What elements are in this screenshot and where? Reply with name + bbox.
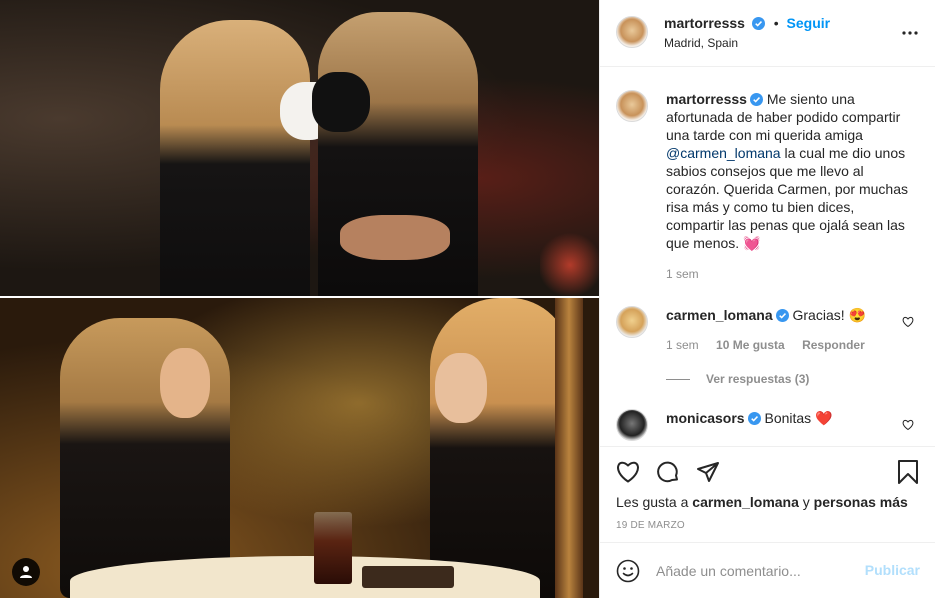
photo-table bbox=[70, 556, 540, 598]
caption-author[interactable]: martorresss bbox=[666, 91, 747, 107]
likes-summary: Les gusta a carmen_lomana y personas más bbox=[616, 494, 908, 510]
photo-top-embrace bbox=[0, 0, 599, 297]
photo-figure-right bbox=[430, 298, 570, 598]
likes-user[interactable]: carmen_lomana bbox=[692, 494, 799, 510]
photo-red-light bbox=[540, 230, 599, 297]
verified-badge-icon bbox=[775, 309, 789, 322]
like-comment-icon[interactable] bbox=[902, 419, 914, 431]
caption-meta: 1 sem bbox=[666, 267, 699, 281]
post-date[interactable]: 19 DE MARZO bbox=[616, 520, 685, 531]
user-tag-icon bbox=[20, 566, 32, 578]
comment-item: monicasors Bonitas ❤️ bbox=[616, 409, 920, 446]
caption-time[interactable]: 1 sem bbox=[666, 267, 699, 281]
verified-badge-icon bbox=[749, 93, 763, 106]
comment-text: carmen_lomana Gracias! 😍 bbox=[666, 306, 916, 324]
post-header-line: martorresss • Seguir bbox=[664, 15, 830, 31]
caption-text: martorresss Me siento una afortunada de … bbox=[666, 90, 916, 252]
like-comment-icon[interactable] bbox=[902, 316, 914, 328]
comment-meta: 1 sem 10 Me gusta Responder bbox=[666, 338, 865, 352]
more-options-button[interactable] bbox=[901, 24, 919, 42]
comment-text: monicasors Bonitas ❤️ bbox=[666, 409, 916, 427]
more-options-icon bbox=[902, 31, 918, 35]
photo-box bbox=[362, 566, 454, 588]
avatar[interactable] bbox=[616, 409, 648, 441]
caption-mention[interactable]: @carmen_lomana bbox=[666, 145, 781, 161]
verified-badge-icon bbox=[751, 17, 765, 30]
comment-item: carmen_lomana Gracias! 😍 1 sem 10 Me gus… bbox=[616, 306, 920, 396]
comment-content: Bonitas ❤️ bbox=[764, 410, 833, 426]
avatar[interactable] bbox=[616, 306, 648, 338]
photo-glass bbox=[314, 512, 352, 584]
bookmark-icon bbox=[898, 460, 918, 484]
share-icon bbox=[697, 462, 719, 482]
comment-input[interactable] bbox=[656, 559, 856, 583]
avatar[interactable] bbox=[616, 16, 648, 48]
user-tag-button[interactable] bbox=[12, 558, 40, 586]
add-comment-form: Publicar bbox=[600, 542, 935, 598]
comment-content: Gracias! 😍 bbox=[792, 307, 866, 323]
like-button[interactable] bbox=[615, 459, 641, 485]
post-header: martorresss • Seguir Madrid, Spain bbox=[600, 0, 935, 67]
photo-black-mask bbox=[312, 72, 370, 132]
photo-face-left bbox=[160, 348, 210, 418]
view-replies-button[interactable]: Ver respuestas (3) bbox=[666, 372, 809, 386]
photo-bottom-table bbox=[0, 298, 599, 598]
post-actions: Les gusta a carmen_lomana y personas más… bbox=[600, 446, 935, 542]
likes-prefix: Les gusta a bbox=[616, 494, 693, 510]
comments-list[interactable]: martorresss Me siento una afortunada de … bbox=[600, 68, 935, 446]
comment-author[interactable]: monicasors bbox=[666, 410, 745, 426]
photo-face-right bbox=[435, 353, 487, 423]
photo-figure-left bbox=[160, 20, 310, 297]
avatar[interactable] bbox=[616, 90, 648, 122]
likes-others-link[interactable]: personas más bbox=[814, 494, 908, 510]
photo-hand bbox=[340, 215, 450, 260]
separator-dot: • bbox=[773, 15, 779, 31]
verified-badge-icon bbox=[747, 412, 761, 425]
comment-icon bbox=[657, 461, 678, 483]
heart-icon bbox=[617, 461, 639, 483]
post-sidebar: martorresss • Seguir Madrid, Spain marto… bbox=[599, 0, 935, 598]
reply-button[interactable]: Responder bbox=[802, 338, 865, 352]
follow-button[interactable]: Seguir bbox=[787, 15, 831, 31]
caption: martorresss Me siento una afortunada de … bbox=[616, 90, 920, 290]
share-button[interactable] bbox=[695, 459, 721, 485]
save-button[interactable] bbox=[895, 459, 921, 485]
comment-button[interactable] bbox=[655, 459, 681, 485]
publish-button[interactable]: Publicar bbox=[865, 562, 920, 578]
likes-middle: y bbox=[798, 494, 814, 510]
emoji-icon[interactable] bbox=[616, 559, 640, 583]
comment-author[interactable]: carmen_lomana bbox=[666, 307, 773, 323]
photo-pole bbox=[555, 298, 583, 598]
location-link[interactable]: Madrid, Spain bbox=[664, 36, 738, 50]
post-photo[interactable] bbox=[0, 0, 599, 598]
author-username[interactable]: martorresss bbox=[664, 15, 745, 31]
comment-time[interactable]: 1 sem bbox=[666, 338, 699, 352]
comment-likes[interactable]: 10 Me gusta bbox=[716, 338, 785, 352]
